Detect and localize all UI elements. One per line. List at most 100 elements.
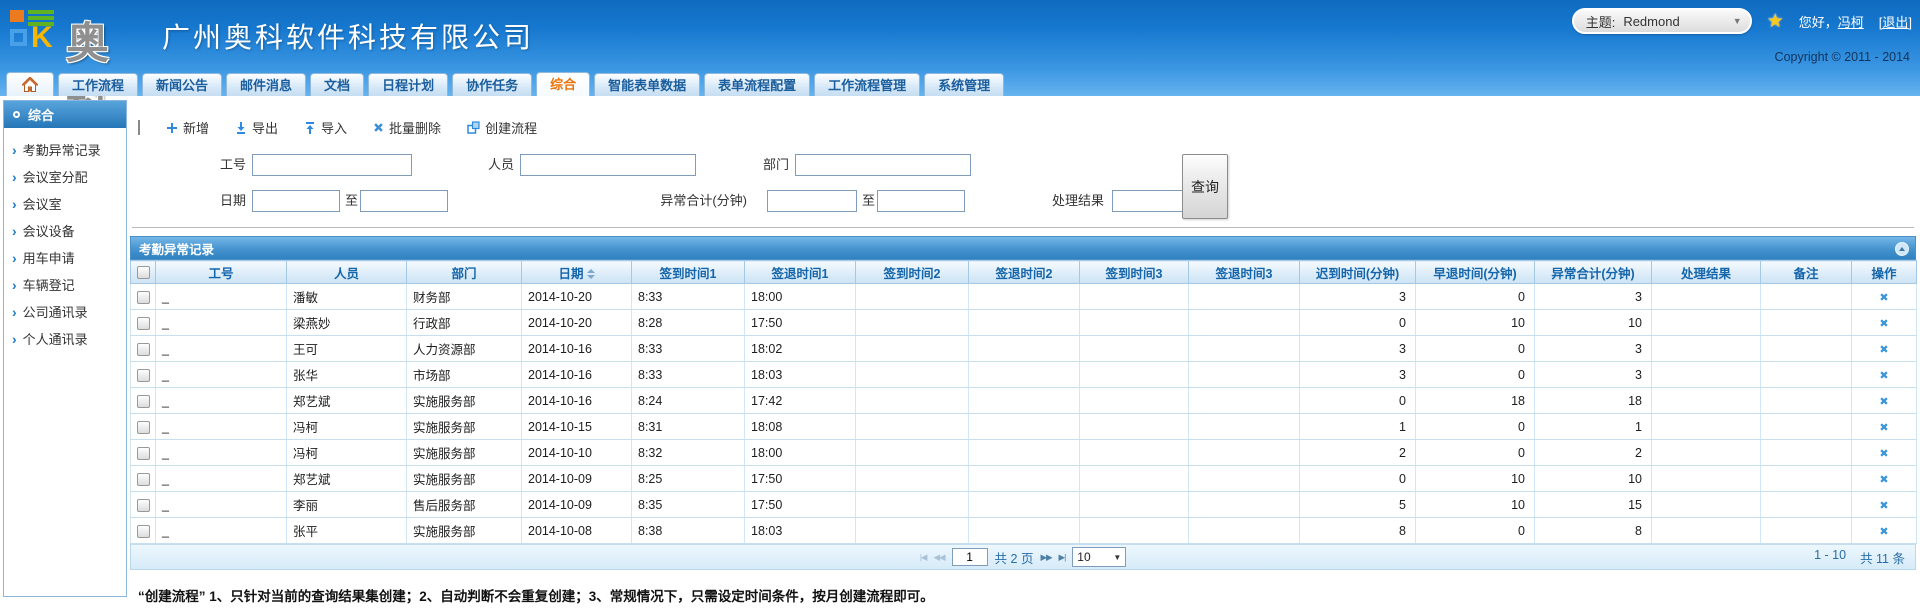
cell-early: 0 bbox=[1416, 440, 1535, 466]
column-header[interactable]: 签退时间1 bbox=[745, 261, 856, 284]
column-header[interactable]: 备注 bbox=[1761, 261, 1852, 284]
column-header[interactable]: 异常合计(分钟) bbox=[1535, 261, 1652, 284]
delete-row-button[interactable]: ✖ bbox=[1879, 526, 1888, 538]
delete-row-button[interactable]: ✖ bbox=[1879, 422, 1888, 434]
row-checkbox[interactable] bbox=[137, 291, 150, 304]
nav-tab[interactable]: 工作流程管理 bbox=[814, 73, 920, 96]
row-checkbox-cell bbox=[131, 440, 156, 466]
nav-tab[interactable]: 综合 bbox=[536, 72, 590, 96]
row-checkbox[interactable] bbox=[137, 317, 150, 330]
select-all-header[interactable] bbox=[131, 261, 156, 284]
total-to-input[interactable] bbox=[877, 190, 965, 212]
nav-tab[interactable]: 日程计划 bbox=[368, 73, 448, 96]
chevron-right-icon: › bbox=[12, 197, 17, 211]
row-checkbox[interactable] bbox=[137, 395, 150, 408]
cell-out3 bbox=[1189, 388, 1300, 414]
row-action-cell: ✖ bbox=[1852, 362, 1917, 388]
sidebar-item[interactable]: ›个人通讯录 bbox=[4, 325, 126, 352]
delete-row-button[interactable]: ✖ bbox=[1879, 344, 1888, 356]
sidebar-item[interactable]: ›会议室 bbox=[4, 190, 126, 217]
row-checkbox[interactable] bbox=[137, 525, 150, 538]
home-tab[interactable] bbox=[6, 72, 54, 96]
nav-tab[interactable]: 工作流程 bbox=[58, 73, 138, 96]
cell-late: 3 bbox=[1300, 362, 1416, 388]
sort-desc-icon bbox=[587, 275, 595, 279]
collapse-panel-icon[interactable] bbox=[1895, 242, 1909, 256]
nav-tab[interactable]: 协作任务 bbox=[452, 73, 532, 96]
date-from-input[interactable] bbox=[252, 190, 340, 212]
username-link[interactable]: 冯柯 bbox=[1838, 15, 1864, 30]
cell-total: 3 bbox=[1535, 336, 1652, 362]
department-input[interactable] bbox=[795, 154, 971, 176]
nav-tab[interactable]: 智能表单数据 bbox=[594, 73, 700, 96]
nav-tab[interactable]: 表单流程配置 bbox=[704, 73, 810, 96]
employee-id-input[interactable] bbox=[252, 154, 412, 176]
cell-in1: 8:28 bbox=[632, 310, 745, 336]
column-header[interactable]: 日期 bbox=[522, 261, 632, 284]
delete-row-button[interactable]: ✖ bbox=[1879, 292, 1888, 304]
column-header[interactable]: 操作 bbox=[1852, 261, 1917, 284]
select-all-checkbox[interactable] bbox=[137, 266, 150, 279]
delete-row-button[interactable]: ✖ bbox=[1879, 370, 1888, 382]
page-size-select[interactable]: 10 ▼ bbox=[1072, 547, 1126, 567]
column-header[interactable]: 签退时间2 bbox=[969, 261, 1080, 284]
delete-row-button[interactable]: ✖ bbox=[1879, 500, 1888, 512]
first-page-icon[interactable]: |◀ bbox=[920, 552, 927, 563]
person-input[interactable] bbox=[520, 154, 696, 176]
page-number-input[interactable] bbox=[952, 548, 988, 566]
cell-in1: 8:33 bbox=[632, 362, 745, 388]
row-checkbox[interactable] bbox=[137, 343, 150, 356]
favorites-star-icon[interactable]: ★ bbox=[1767, 10, 1784, 33]
logo-blue-block bbox=[10, 29, 27, 46]
cell-result bbox=[1652, 362, 1761, 388]
cell-out1: 18:03 bbox=[745, 362, 856, 388]
column-header[interactable]: 签退时间3 bbox=[1189, 261, 1300, 284]
nav-tab[interactable]: 系统管理 bbox=[924, 73, 1004, 96]
logout-link[interactable]: [退出] bbox=[1879, 12, 1912, 31]
sidebar-item[interactable]: ›会议设备 bbox=[4, 217, 126, 244]
row-checkbox[interactable] bbox=[137, 499, 150, 512]
date-to-input[interactable] bbox=[360, 190, 448, 212]
last-page-icon[interactable]: ▶| bbox=[1059, 552, 1066, 563]
row-checkbox[interactable] bbox=[137, 369, 150, 382]
row-checkbox[interactable] bbox=[137, 421, 150, 434]
table-row: _王可人力资源部2014-10-168:3318:02303✖ bbox=[131, 336, 1917, 362]
column-header[interactable]: 工号 bbox=[156, 261, 287, 284]
delete-row-button[interactable]: ✖ bbox=[1879, 318, 1888, 330]
delete-row-button[interactable]: ✖ bbox=[1879, 396, 1888, 408]
theme-select[interactable]: 主题: Redmond ▼ bbox=[1572, 8, 1752, 34]
sidebar-item[interactable]: ›用车申请 bbox=[4, 244, 126, 271]
cell-total: 8 bbox=[1535, 518, 1652, 544]
prev-page-icon[interactable]: ◀◀ bbox=[933, 552, 944, 563]
query-button[interactable]: 查询 bbox=[1182, 154, 1228, 219]
nav-tab[interactable]: 文档 bbox=[310, 73, 364, 96]
column-header[interactable]: 签到时间3 bbox=[1080, 261, 1189, 284]
column-header[interactable]: 早退时间(分钟) bbox=[1416, 261, 1535, 284]
nav-tab[interactable]: 新闻公告 bbox=[142, 73, 222, 96]
column-header[interactable]: 部门 bbox=[407, 261, 522, 284]
column-header-label: 签到时间2 bbox=[884, 267, 941, 281]
cell-date: 2014-10-16 bbox=[522, 362, 632, 388]
row-checkbox[interactable] bbox=[137, 447, 150, 460]
row-checkbox[interactable] bbox=[137, 473, 150, 486]
cell-date: 2014-10-20 bbox=[522, 310, 632, 336]
delete-row-button[interactable]: ✖ bbox=[1879, 474, 1888, 486]
column-header[interactable]: 签到时间2 bbox=[856, 261, 969, 284]
total-from-input[interactable] bbox=[767, 190, 857, 212]
sidebar-item[interactable]: ›公司通讯录 bbox=[4, 298, 126, 325]
sidebar-item[interactable]: ›考勤异常记录 bbox=[4, 136, 126, 163]
sidebar-item[interactable]: ›车辆登记 bbox=[4, 271, 126, 298]
column-header[interactable]: 处理结果 bbox=[1652, 261, 1761, 284]
cell-in1: 8:38 bbox=[632, 518, 745, 544]
column-header-label: 备注 bbox=[1793, 267, 1818, 281]
column-header[interactable]: 迟到时间(分钟) bbox=[1300, 261, 1416, 284]
sidebar-item-label: 个人通讯录 bbox=[23, 329, 88, 348]
column-header[interactable]: 签到时间1 bbox=[632, 261, 745, 284]
column-header[interactable]: 人员 bbox=[287, 261, 407, 284]
nav-tab[interactable]: 邮件消息 bbox=[226, 73, 306, 96]
delete-row-button[interactable]: ✖ bbox=[1879, 448, 1888, 460]
cell-employee-id: _ bbox=[156, 336, 287, 362]
cell-remark bbox=[1761, 440, 1852, 466]
sidebar-item[interactable]: ›会议室分配 bbox=[4, 163, 126, 190]
next-page-icon[interactable]: ▶▶ bbox=[1040, 552, 1051, 563]
